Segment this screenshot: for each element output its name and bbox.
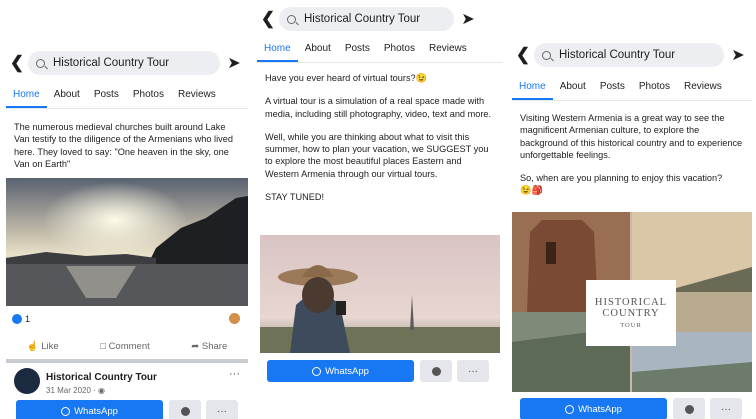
- page-tabs: Home About Posts Photos Reviews: [6, 82, 248, 109]
- tab-about[interactable]: About: [553, 74, 593, 100]
- post-date-text: 31 Mar 2020 ·: [46, 386, 99, 395]
- historical-collage-image[interactable]: HISTORICAL COUNTRY TOUR: [512, 212, 752, 392]
- tab-reviews[interactable]: Reviews: [171, 82, 223, 108]
- whatsapp-label: WhatsApp: [74, 405, 118, 417]
- reaction-count: 1: [25, 314, 31, 324]
- whatsapp-icon: [312, 366, 322, 376]
- section-divider: [6, 359, 248, 363]
- whatsapp-icon: [565, 404, 575, 414]
- collage-title-line-2: COUNTRY: [602, 308, 660, 319]
- search-icon: [542, 50, 551, 60]
- post-text: Visiting Western Armenia is a great way …: [520, 112, 746, 208]
- phone-screen-2: ❮ Historical Country Tour ➤ Home About P…: [257, 0, 503, 419]
- page-tabs: Home About Posts Photos Reviews: [257, 36, 503, 63]
- like-button[interactable]: ☝ Like: [27, 341, 59, 352]
- tab-posts[interactable]: Posts: [593, 74, 632, 100]
- post-emoji: 😉🎒: [520, 185, 543, 196]
- back-arrow-icon[interactable]: ❮: [512, 45, 534, 65]
- post-date: 31 Mar 2020 · ◉: [46, 386, 105, 395]
- collage-title-line-3: TOUR: [620, 322, 642, 329]
- tab-about[interactable]: About: [47, 82, 87, 108]
- post-text: Have you ever heard of virtual tours?😉 A…: [265, 72, 497, 214]
- tab-reviews[interactable]: Reviews: [422, 36, 474, 62]
- phone-screen-1: ❮ Historical Country Tour ➤ Home About P…: [6, 0, 248, 419]
- like-label: Like: [41, 340, 59, 352]
- tab-about[interactable]: About: [298, 36, 338, 62]
- messenger-icon: [180, 406, 190, 416]
- search-field[interactable]: Historical Country Tour: [28, 51, 220, 75]
- more-button[interactable]: ···: [710, 398, 742, 419]
- lake-sunset-image[interactable]: [6, 178, 248, 306]
- comment-icon: □: [100, 340, 109, 352]
- phone-screen-3: ❮ Historical Country Tour ➤ Home About P…: [512, 0, 752, 419]
- messenger-icon: [431, 366, 441, 376]
- whatsapp-label: WhatsApp: [578, 403, 622, 415]
- share-button[interactable]: ➦ Share: [191, 341, 227, 352]
- post-paragraph-3: Well, while you are thinking about what …: [265, 131, 489, 179]
- back-arrow-icon[interactable]: ❮: [257, 9, 279, 29]
- share-arrow-icon[interactable]: ➤: [724, 45, 752, 65]
- share-arrow-icon[interactable]: ➤: [220, 53, 248, 73]
- top-bar: ❮ Historical Country Tour ➤: [512, 40, 752, 70]
- tab-photos[interactable]: Photos: [377, 36, 422, 62]
- whatsapp-button[interactable]: WhatsApp: [520, 398, 667, 419]
- search-field[interactable]: Historical Country Tour: [279, 7, 454, 31]
- share-icon: ➦: [191, 340, 202, 352]
- reactions-row[interactable]: 1: [12, 314, 30, 324]
- post-paragraph-2: A virtual tour is a simulation of a real…: [265, 96, 492, 119]
- back-arrow-icon[interactable]: ❮: [6, 53, 28, 73]
- whatsapp-button[interactable]: WhatsApp: [267, 360, 414, 382]
- search-icon: [287, 14, 296, 24]
- messenger-button[interactable]: [169, 400, 201, 419]
- post-paragraph-1: Visiting Western Armenia is a great way …: [520, 113, 743, 160]
- page-tabs: Home About Posts Photos Reviews: [512, 74, 752, 101]
- post-paragraph-2: So, when are you planning to enjoy this …: [520, 173, 723, 184]
- page-avatar[interactable]: [14, 368, 40, 394]
- tab-home[interactable]: Home: [512, 74, 553, 100]
- whatsapp-button[interactable]: WhatsApp: [16, 400, 163, 419]
- messenger-icon: [684, 404, 694, 414]
- comment-button[interactable]: □ Comment: [100, 341, 150, 352]
- messenger-button[interactable]: [673, 398, 705, 419]
- top-bar: ❮ Historical Country Tour ➤: [6, 48, 248, 78]
- share-arrow-icon[interactable]: ➤: [454, 9, 482, 29]
- post-caption: The numerous medieval churches built aro…: [14, 122, 233, 169]
- tab-reviews[interactable]: Reviews: [677, 74, 729, 100]
- paris-traveler-image[interactable]: [260, 235, 500, 353]
- post-options-icon[interactable]: ···: [229, 368, 240, 380]
- post-paragraph-4: STAY TUNED!: [265, 192, 325, 203]
- tab-posts[interactable]: Posts: [338, 36, 377, 62]
- collage-title-card: HISTORICAL COUNTRY TOUR: [586, 280, 676, 346]
- post-paragraph-1: Have you ever heard of virtual tours?😉: [265, 73, 428, 83]
- post-actions: ☝ Like □ Comment ➦ Share: [6, 336, 248, 356]
- like-reaction-icon: [12, 314, 22, 324]
- search-text: Historical Country Tour: [559, 49, 676, 61]
- author-name[interactable]: Historical Country Tour: [46, 372, 157, 383]
- search-text: Historical Country Tour: [304, 13, 421, 25]
- more-button[interactable]: ···: [206, 400, 238, 419]
- search-text: Historical Country Tour: [53, 57, 170, 69]
- globe-icon: ◉: [98, 386, 106, 395]
- whatsapp-icon: [61, 406, 71, 416]
- top-bar: ❮ Historical Country Tour ➤: [257, 4, 503, 34]
- more-button[interactable]: ···: [457, 360, 489, 382]
- tab-photos[interactable]: Photos: [126, 82, 171, 108]
- collage-title-line-1: HISTORICAL: [594, 297, 668, 308]
- tab-home[interactable]: Home: [257, 36, 298, 62]
- tab-posts[interactable]: Posts: [87, 82, 126, 108]
- whatsapp-label: WhatsApp: [325, 365, 369, 377]
- tab-photos[interactable]: Photos: [632, 74, 677, 100]
- comment-label: Comment: [108, 340, 150, 352]
- thumbs-up-icon: ☝: [26, 340, 42, 352]
- profile-avatar-icon[interactable]: [229, 313, 240, 324]
- search-field[interactable]: Historical Country Tour: [534, 43, 724, 67]
- search-icon: [36, 58, 45, 68]
- tab-home[interactable]: Home: [6, 82, 47, 108]
- share-label: Share: [201, 340, 228, 352]
- messenger-button[interactable]: [420, 360, 452, 382]
